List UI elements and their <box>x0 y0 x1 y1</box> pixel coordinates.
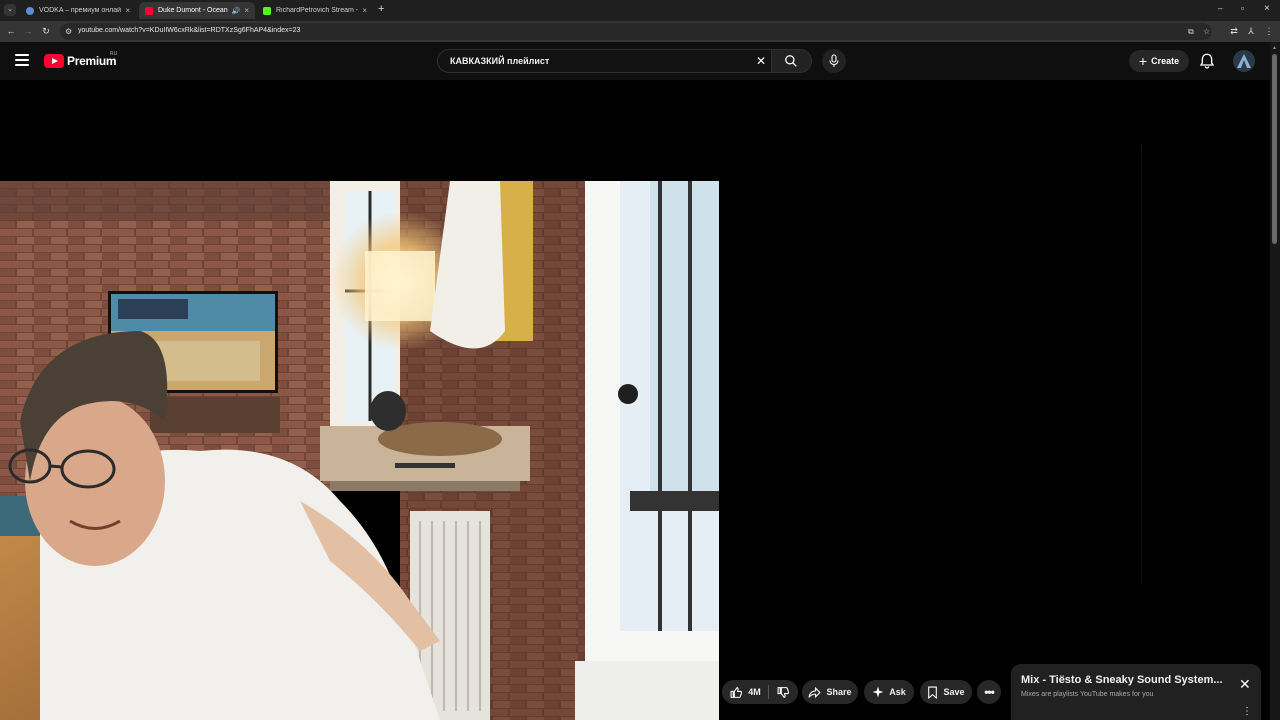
browser-tab[interactable]: RichardPetrovich Stream - Wat × <box>257 2 373 19</box>
sparkle-icon <box>872 686 884 698</box>
voice-search-button[interactable] <box>822 49 846 73</box>
youtube-favicon-icon <box>145 6 153 15</box>
open-in-app-icon[interactable]: ⧉ <box>1188 27 1194 37</box>
browser-toolbar: ← → ↻ ⚙ youtube.com/watch?v=KDuIIW6cxRk&… <box>0 21 1280 42</box>
search-button[interactable] <box>772 49 812 73</box>
back-arrow-icon[interactable]: ← <box>5 25 17 37</box>
browser-tab[interactable]: VODKA – премиум онлайн-ка × <box>20 2 136 19</box>
save-label: Save <box>943 687 965 697</box>
maximize-button[interactable]: ▫ <box>1241 3 1244 13</box>
like-count[interactable]: 4M <box>748 687 761 697</box>
youtube-play-icon <box>44 54 64 68</box>
account-avatar[interactable] <box>1233 50 1255 72</box>
more-horizontal-icon: ••• <box>984 685 995 699</box>
ask-button[interactable]: Ask <box>864 680 914 704</box>
scrollbar-thumb[interactable] <box>1272 54 1277 244</box>
browser-tab-active[interactable]: Duke Dumont - Ocean Dri 🔊 × <box>139 2 255 19</box>
more-vertical-icon[interactable]: ⋮ <box>1242 706 1252 717</box>
search-query[interactable]: КАВКАЗКИЙ плейлист <box>450 56 549 66</box>
tab-close-icon[interactable]: × <box>240 6 249 15</box>
extensions-icon[interactable]: ⇄ <box>1228 25 1240 37</box>
tab-title: VODKA – премиум онлайн-ка <box>39 7 122 14</box>
tab-search-button[interactable]: ⌄ <box>4 4 16 16</box>
youtube-header: Premium RU КАВКАЗКИЙ плейлист ✕ + Create <box>0 42 1270 80</box>
new-tab-button[interactable]: + <box>378 3 384 15</box>
tab-close-icon[interactable]: × <box>121 6 130 15</box>
plus-icon: + <box>1138 53 1148 69</box>
forward-arrow-icon[interactable]: → <box>22 25 34 37</box>
mix-playlist-card[interactable]: Mix - Tiësto & Sneaky Sound System... Mi… <box>1011 664 1261 720</box>
mix-subtitle: Mixes are playlists YouTube makes for yo… <box>1021 691 1154 698</box>
search-input[interactable]: КАВКАЗКИЙ плейлист ✕ <box>437 49 772 73</box>
thumbs-down-icon[interactable] <box>777 686 790 699</box>
browser-menu-icon[interactable]: ⋮ <box>1263 25 1275 37</box>
thumbs-up-icon[interactable] <box>730 686 743 699</box>
like-dislike-group: 4M <box>722 680 798 704</box>
browser-tab-bar: ⌄ VODKA – премиум онлайн-ка × Duke Dumon… <box>0 0 1280 21</box>
like-divider <box>767 685 769 699</box>
reload-icon[interactable]: ↻ <box>40 25 52 37</box>
site-info-icon[interactable]: ⚙ <box>65 27 72 36</box>
panel-divider <box>1141 145 1142 585</box>
ask-label: Ask <box>889 687 906 697</box>
more-actions-button[interactable]: ••• <box>977 680 1001 704</box>
hamburger-menu-icon[interactable] <box>15 54 29 66</box>
mix-title[interactable]: Mix - Tiësto & Sneaky Sound System... <box>1021 674 1231 686</box>
audio-playing-icon[interactable]: 🔊 <box>232 7 241 15</box>
logo-text: Premium <box>67 54 117 68</box>
microphone-icon <box>829 54 839 67</box>
profile-icon[interactable]: ⅄ <box>1245 25 1257 37</box>
notifications-bell-icon[interactable] <box>1199 52 1215 70</box>
save-button[interactable]: Save <box>920 680 972 704</box>
avatar-image-icon <box>1237 54 1251 68</box>
address-bar[interactable]: ⚙ youtube.com/watch?v=KDuIIW6cxRk&list=R… <box>60 23 1212 40</box>
tab-favicon-icon <box>26 6 34 15</box>
logo-region-code: RU <box>110 51 118 57</box>
search-icon <box>785 55 797 67</box>
kick-favicon-icon <box>263 6 271 15</box>
share-arrow-icon <box>809 686 822 698</box>
bookmark-star-icon[interactable]: ☆ <box>1203 27 1210 36</box>
share-button[interactable]: Share <box>802 680 858 704</box>
close-icon[interactable]: ✕ <box>1239 676 1251 693</box>
youtube-premium-logo[interactable]: Premium <box>44 52 117 70</box>
create-label: Create <box>1151 56 1180 66</box>
share-label: Share <box>826 687 852 697</box>
close-window-button[interactable]: × <box>1264 3 1270 14</box>
tab-close-icon[interactable]: × <box>358 6 367 15</box>
scroll-up-icon[interactable]: ▲ <box>1272 45 1277 51</box>
bookmark-icon <box>928 686 938 699</box>
video-scene-image <box>0 181 719 720</box>
create-button[interactable]: + Create <box>1129 50 1189 72</box>
minimize-button[interactable]: – <box>1218 4 1222 13</box>
tab-title: RichardPetrovich Stream - Wat <box>276 7 359 14</box>
video-frame[interactable] <box>0 181 719 720</box>
url-text[interactable]: youtube.com/watch?v=KDuIIW6cxRk&list=RDT… <box>78 27 300 34</box>
clear-search-icon[interactable]: ✕ <box>756 54 766 68</box>
page-scrollbar[interactable]: ▲ <box>1270 42 1280 720</box>
tab-title: Duke Dumont - Ocean Dri <box>158 7 229 14</box>
